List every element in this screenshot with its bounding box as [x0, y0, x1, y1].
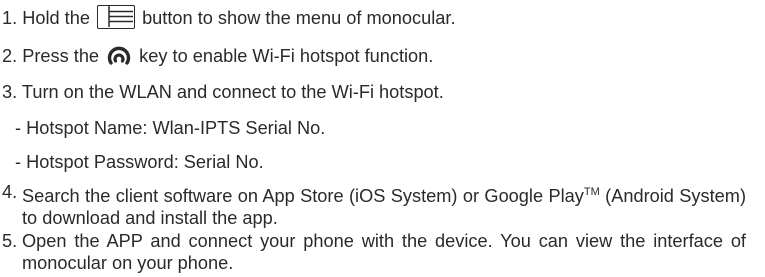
step-4-body: Search the client software on App Store …	[22, 181, 746, 229]
step-4-text-main: Search the client software on App Store …	[22, 186, 584, 206]
step-3-hotspot-name: - Hotspot Name: Wlan-IPTS Serial No.	[15, 118, 326, 138]
step-1-text-before: 1. Hold the	[2, 8, 96, 28]
hotspot-icon	[106, 42, 132, 68]
step-4: 4. Search the client software on App Sto…	[2, 181, 746, 229]
step-2: 2. Press the key to enable Wi-Fi hotspot…	[2, 44, 433, 70]
step-1: 1. Hold the button to show the menu of m…	[2, 5, 456, 31]
step-4-trademark: TM	[583, 186, 600, 198]
step-3-hotspot-password: - Hotspot Password: Serial No.	[15, 152, 264, 172]
step-4-number: 4.	[2, 182, 18, 202]
step-1-text-after: button to show the menu of monocular.	[137, 8, 456, 28]
menu-list-icon	[97, 5, 136, 30]
step-5-body: Open the APP and connect your phone with…	[22, 231, 746, 273]
step-2-text-after: key to enable Wi-Fi hotspot function.	[134, 45, 434, 66]
step-5: 5. Open the APP and connect your phone w…	[2, 230, 746, 274]
step-2-text-before: 2. Press the	[2, 45, 105, 66]
step-3: 3. Turn on the WLAN and connect to the W…	[2, 82, 444, 102]
step-5-number: 5.	[2, 231, 18, 251]
